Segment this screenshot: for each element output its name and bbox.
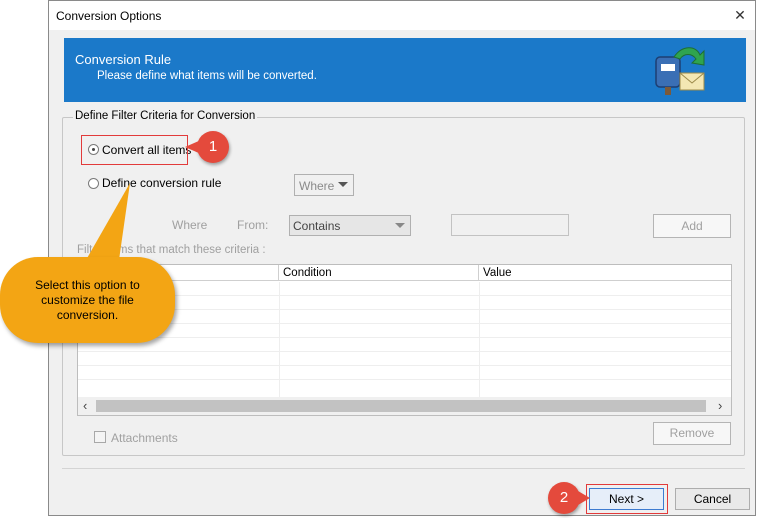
banner-title: Conversion Rule (75, 52, 172, 67)
attachments-label: Attachments (111, 431, 178, 445)
horizontal-scrollbar[interactable]: ‹ › (78, 397, 731, 415)
add-button[interactable]: Add (653, 214, 731, 238)
from-label: From: (237, 218, 269, 232)
condition-dropdown-value: Contains (293, 219, 341, 233)
window-title: Conversion Options (56, 9, 162, 23)
footer-separator (62, 468, 745, 469)
scroll-right-icon[interactable]: › (718, 398, 722, 413)
step-badge-1: 1 (197, 131, 229, 163)
grid-row-line (78, 365, 731, 366)
grid-row-line (78, 379, 731, 380)
attachments-checkbox[interactable] (94, 431, 106, 443)
where-dropdown[interactable]: Where (294, 174, 354, 196)
where-label: Where (172, 218, 208, 232)
where-dropdown-value: Where (299, 179, 335, 193)
group-legend: Define Filter Criteria for Conversion (73, 110, 258, 122)
grid-row-line (78, 309, 731, 310)
grid-col-line (479, 282, 480, 397)
title-bar: Conversion Options ✕ (49, 1, 755, 30)
condition-dropdown[interactable]: Contains (289, 215, 411, 236)
conversion-options-dialog: Conversion Options ✕ Conversion Rule Ple… (48, 0, 756, 516)
callout-pointer (82, 183, 130, 267)
grid-row-line (78, 323, 731, 324)
next-button[interactable]: Next > (589, 488, 664, 510)
criteria-grid[interactable]: Condition Value ‹ › (77, 264, 732, 416)
grid-row-line (78, 295, 731, 296)
step-badge-2: 2 (548, 482, 580, 514)
badge-pointer-2 (578, 491, 590, 505)
badge-pointer-1 (185, 140, 201, 154)
banner-subtitle: Please define what items will be convert… (97, 70, 317, 82)
highlight-convert-all (81, 135, 188, 165)
grid-header-condition[interactable]: Condition (279, 265, 479, 281)
cancel-button[interactable]: Cancel (675, 488, 750, 510)
grid-row-line (78, 337, 731, 338)
remove-button[interactable]: Remove (653, 422, 731, 445)
scroll-left-icon[interactable]: ‹ (83, 398, 87, 413)
scrollbar-thumb[interactable] (96, 400, 706, 412)
instruction-callout: Select this option to customize the file… (0, 257, 175, 343)
value-input[interactable] (451, 214, 569, 236)
close-icon[interactable]: ✕ (727, 5, 753, 25)
chevron-down-icon (395, 223, 405, 228)
chevron-down-icon (338, 182, 348, 187)
grid-row-line (78, 351, 731, 352)
header-banner: Conversion Rule Please define what items… (64, 38, 746, 102)
mailbox-convert-icon (655, 47, 705, 95)
grid-header-value[interactable]: Value (479, 265, 731, 281)
grid-col-line (279, 282, 280, 397)
callout-text: Select this option to customize the file… (35, 278, 140, 322)
